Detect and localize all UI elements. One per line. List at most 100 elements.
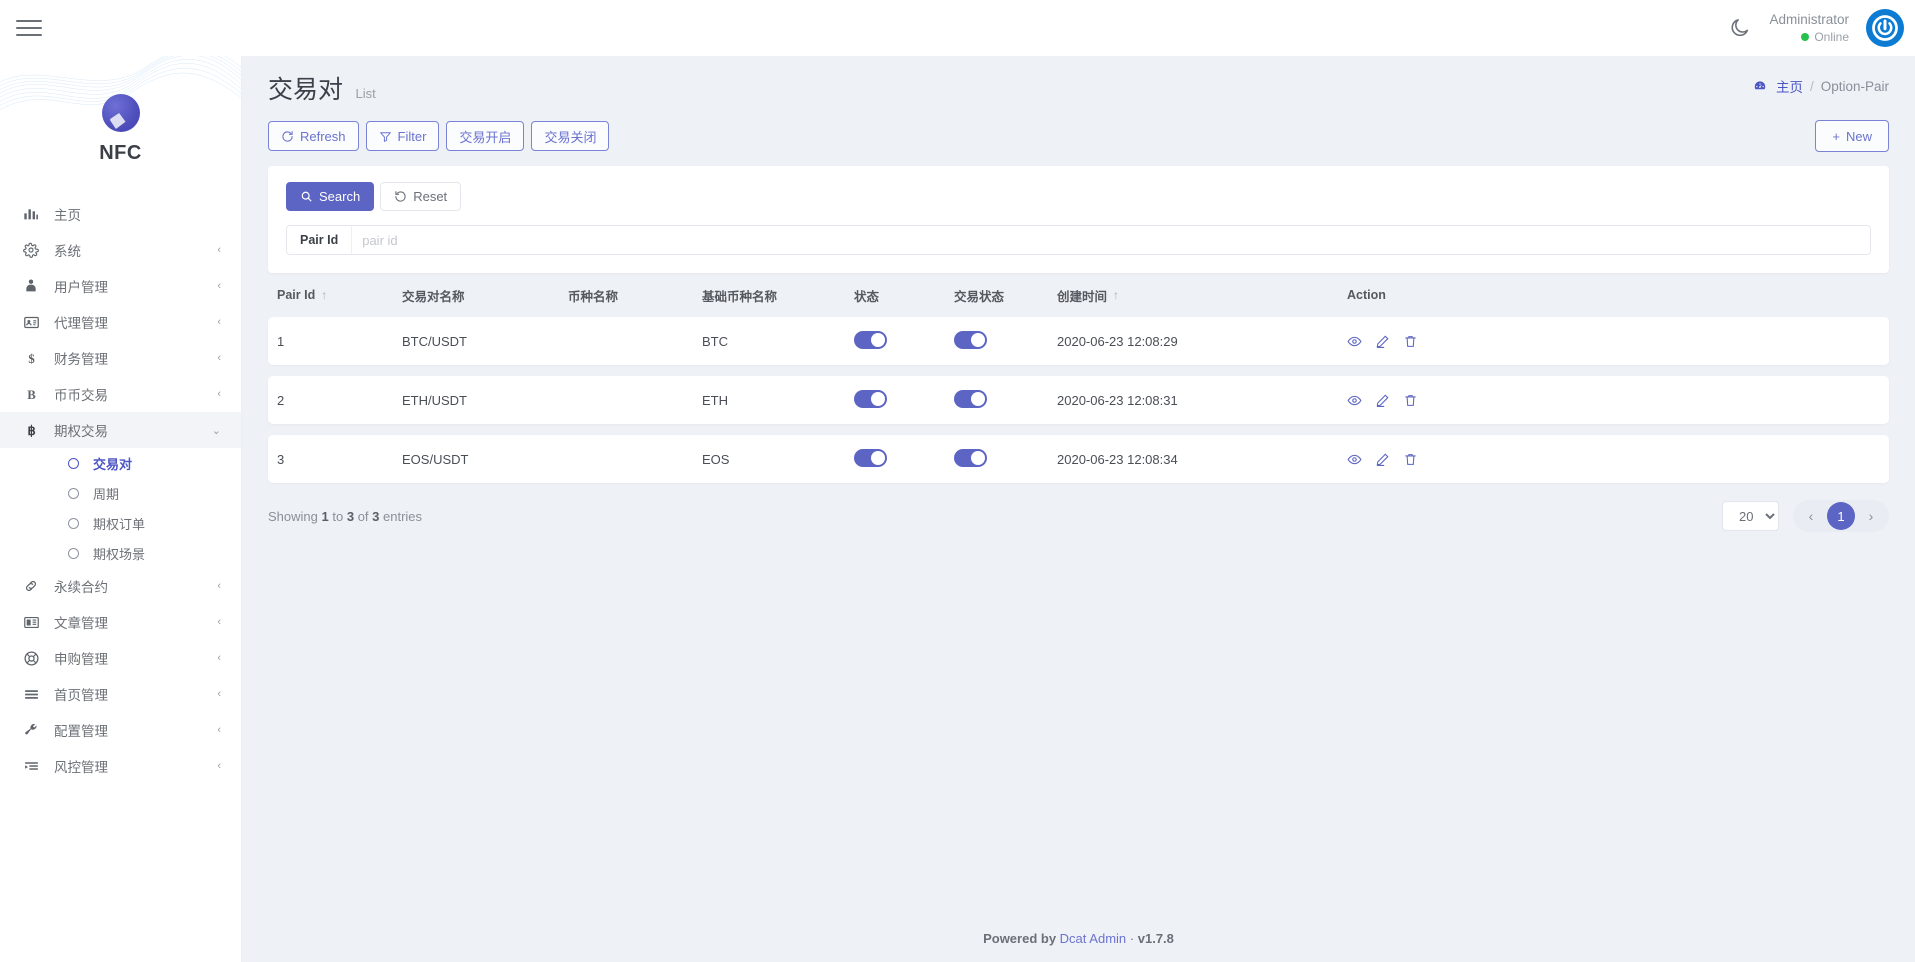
trade-close-button[interactable]: 交易关闭 [531,121,609,151]
pager-next-button[interactable]: › [1857,502,1885,530]
trade-status-toggle[interactable] [954,331,987,349]
brand-logo-icon [102,94,140,132]
pencil-icon[interactable] [1375,334,1390,349]
search-button[interactable]: Search [286,182,374,211]
svg-text:฿: ฿ [27,424,35,438]
column-header-base-coin-name: 基础币种名称 [702,286,854,305]
sidebar-subitem-label: 期权订单 [93,514,145,533]
sidebar-subitem-label: 周期 [93,484,119,503]
sidebar-item-label: 币币交易 [54,384,108,404]
trade-close-label: 交易关闭 [544,127,596,146]
refresh-label: Refresh [300,129,346,144]
sidebar-item-finance-management[interactable]: $ 财务管理 ‹ [0,340,241,376]
sidebar-item-homepage-management[interactable]: 首页管理 ‹ [0,676,241,712]
pager-prev-button[interactable]: ‹ [1797,502,1825,530]
pager-page-1[interactable]: 1 [1827,502,1855,530]
pencil-icon[interactable] [1375,393,1390,408]
trade-status-toggle[interactable] [954,390,987,408]
trash-icon[interactable] [1403,393,1418,408]
status-toggle[interactable] [854,390,887,408]
cell-status [854,390,954,411]
trade-open-button[interactable]: 交易开启 [446,121,524,151]
footer-powered-by: Powered by [983,931,1056,946]
sidebar-subitem-option-order[interactable]: 期权订单 [0,508,241,538]
sidebar-item-perpetual-contract[interactable]: 永续合约 ‹ [0,568,241,604]
newspaper-icon [20,614,42,631]
sidebar-item-coin-trade[interactable]: B 币币交易 ‹ [0,376,241,412]
sidebar-item-system[interactable]: 系统 ‹ [0,232,241,268]
data-table: Pair Id ↑ 交易对名称 币种名称 基础币种名称 状态 交易状态 创建时间… [268,273,1889,483]
per-page-select[interactable]: 20 [1722,501,1779,531]
eye-icon[interactable] [1347,334,1362,349]
column-header-pair-id[interactable]: Pair Id ↑ [268,288,402,302]
sidebar-item-label: 永续合约 [54,576,108,596]
eye-icon[interactable] [1347,452,1362,467]
sidebar-item-label: 期权交易 [54,420,108,440]
refresh-button[interactable]: Refresh [268,121,359,151]
sidebar-item-user-management[interactable]: 用户管理 ‹ [0,268,241,304]
trade-status-toggle[interactable] [954,449,987,467]
lifebuoy-icon [20,650,42,667]
status-toggle[interactable] [854,449,887,467]
sidebar-item-config-management[interactable]: 配置管理 ‹ [0,712,241,748]
new-button[interactable]: + New [1815,120,1889,152]
hamburger-bar [16,20,42,23]
sidebar-item-label: 主页 [54,204,81,224]
table-row[interactable]: 2 ETH/USDT ETH 2020-06-23 12:08:31 [268,376,1889,424]
sidebar-item-subscription-management[interactable]: 申购管理 ‹ [0,640,241,676]
sidebar-subitem-option-scene[interactable]: 期权场景 [0,538,241,568]
table-row[interactable]: 3 EOS/USDT EOS 2020-06-23 12:08:34 [268,435,1889,483]
sidebar-subitem-pair[interactable]: 交易对 [0,448,241,478]
filter-button[interactable]: Filter [366,121,440,151]
sidebar-item-option-trade[interactable]: ฿ 期权交易 ⌄ [0,412,241,448]
user-status: Online [1769,29,1849,45]
breadcrumb-home-link[interactable]: 主页 [1776,76,1803,96]
column-label: 交易状态 [954,286,1004,305]
sidebar-item-label: 用户管理 [54,276,108,296]
sidebar-item-agent-management[interactable]: 代理管理 ‹ [0,304,241,340]
user-block[interactable]: Administrator Online [1769,11,1849,45]
sidebar-subitem-label: 交易对 [93,454,132,473]
trash-icon[interactable] [1403,452,1418,467]
pair-id-input[interactable] [352,226,1870,254]
row-actions [1347,334,1889,349]
hamburger-menu-icon[interactable] [16,15,42,41]
cell-base-coin-name: EOS [702,452,854,467]
brand-block[interactable]: NFC [0,56,241,188]
avatar[interactable] [1867,10,1903,46]
circle-icon [68,518,79,529]
cell-trade-status [954,331,1057,352]
cell-status [854,331,954,352]
cell-action [1347,393,1889,408]
pencil-icon[interactable] [1375,452,1390,467]
bold-b-icon: B [20,386,42,403]
trash-icon[interactable] [1403,334,1418,349]
cell-created-at: 2020-06-23 12:08:34 [1057,452,1347,467]
chevron-left-icon: ‹ [217,652,221,664]
sidebar-item-risk-management[interactable]: 风控管理 ‹ [0,748,241,784]
reset-button[interactable]: Reset [380,182,461,211]
cell-action [1347,334,1889,349]
column-header-action: Action [1347,288,1889,302]
column-label: 状态 [854,286,879,305]
id-card-icon [20,314,42,331]
footer-brand-link[interactable]: Dcat Admin [1060,931,1126,946]
wrench-icon [20,722,42,738]
column-header-created-at[interactable]: 创建时间 ↑ [1057,286,1347,305]
new-label: New [1846,129,1872,144]
sidebar-item-article-management[interactable]: 文章管理 ‹ [0,604,241,640]
eye-icon[interactable] [1347,393,1362,408]
dark-mode-moon-icon[interactable] [1729,17,1751,39]
footer-separator: · [1130,931,1134,946]
table-row[interactable]: 1 BTC/USDT BTC 2020-06-23 12:08:29 [268,317,1889,365]
online-dot-icon [1801,33,1809,41]
sidebar-item-home[interactable]: 主页 [0,196,241,232]
table-footer: Showing 1 to 3 of 3 entries 20 ‹ 1 › [242,494,1915,532]
column-label: Pair Id [277,288,315,302]
link-icon [20,578,42,594]
chevron-left-icon: ‹ [217,316,221,328]
sidebar-subitem-period[interactable]: 周期 [0,478,241,508]
breadcrumb: 主页 / Option-Pair [1753,76,1889,96]
column-header-coin-name: 币种名称 [568,286,702,305]
status-toggle[interactable] [854,331,887,349]
